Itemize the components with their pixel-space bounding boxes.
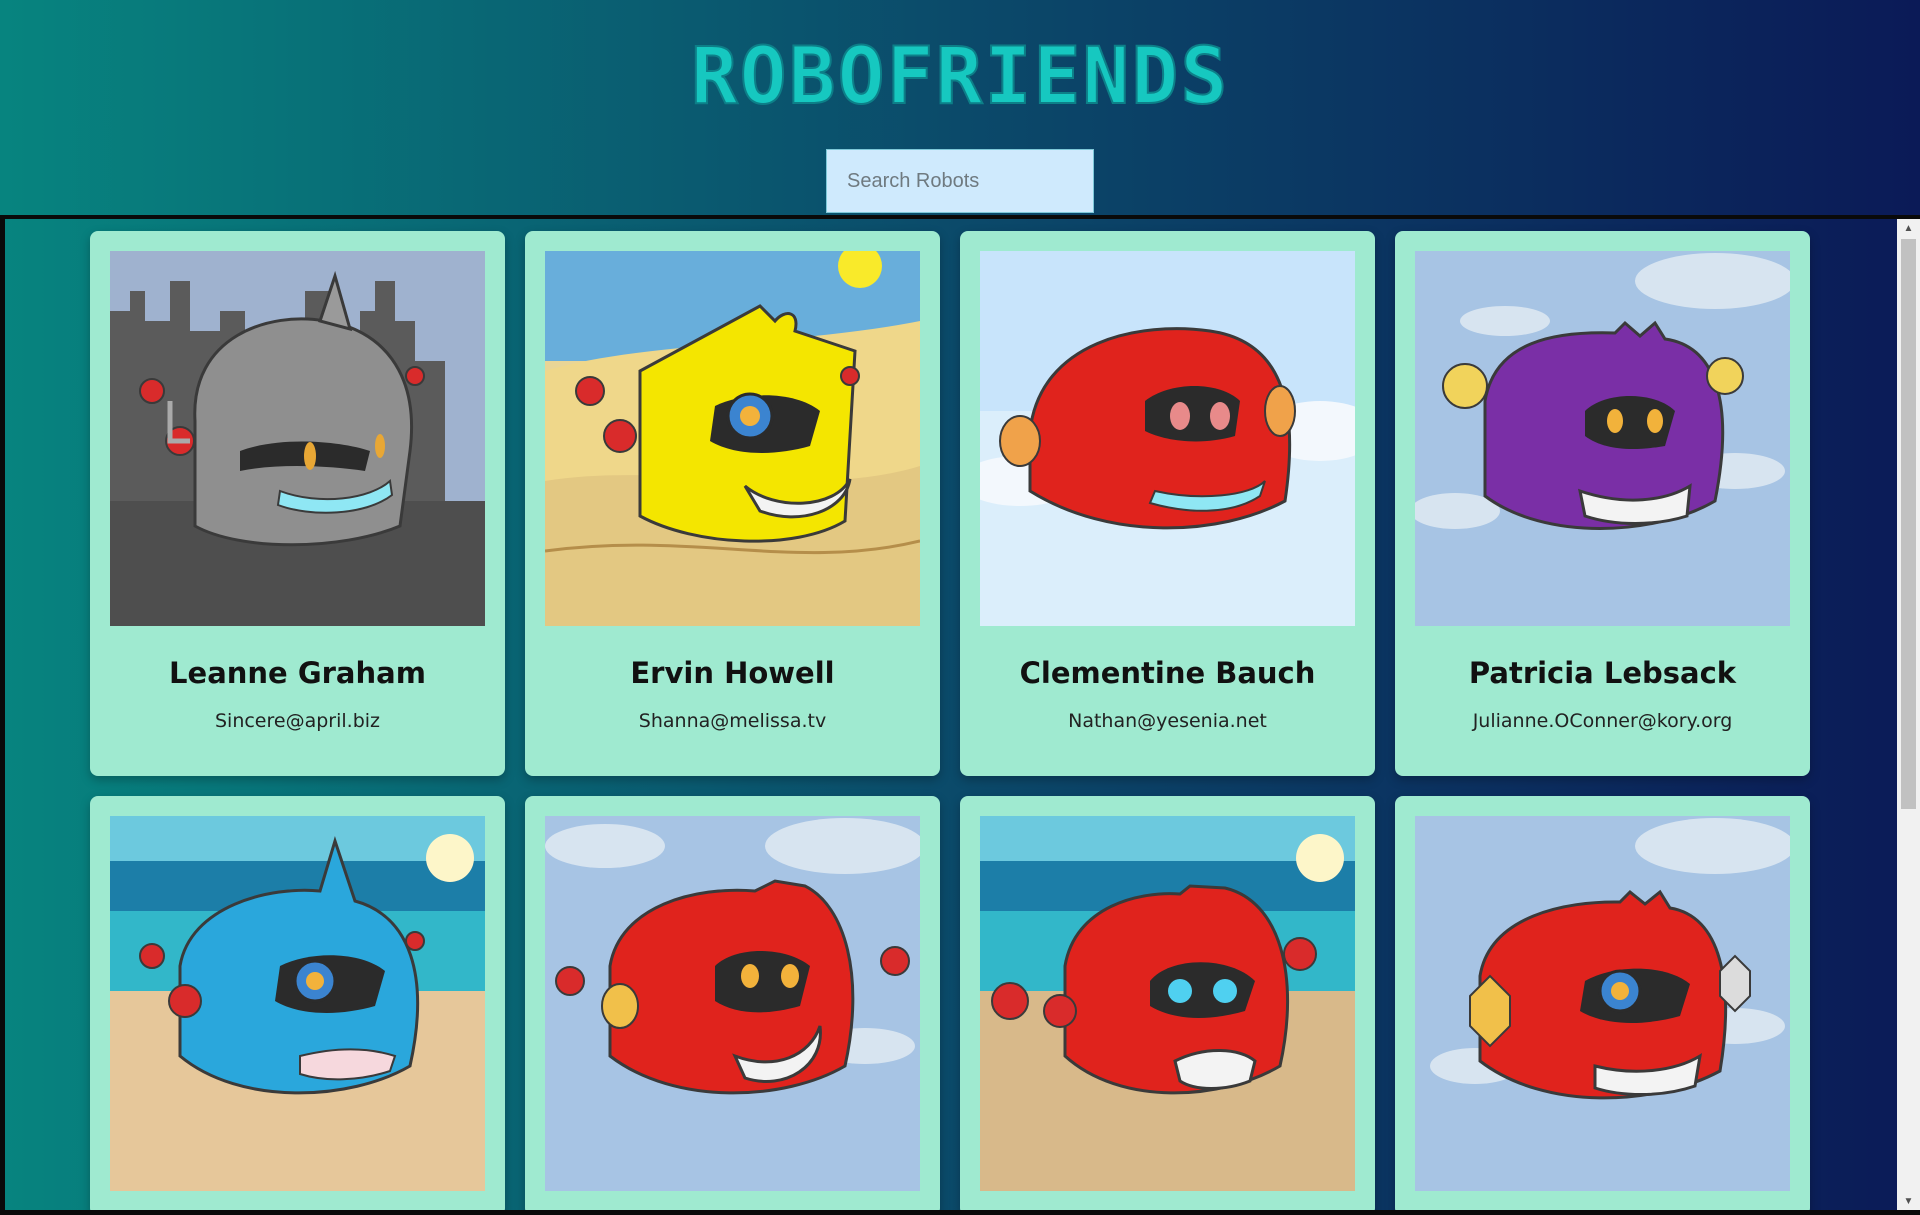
robot-avatar-image [110,816,485,1191]
robot-card[interactable] [960,796,1375,1210]
robot-name: Clementine Bauch [1019,656,1316,690]
robot-email: Sincere@april.biz [214,710,381,732]
robot-avatar-image [1415,816,1790,1191]
robot-avatar-image [980,251,1355,626]
scroll-up-arrow-icon[interactable]: ▲ [1897,219,1920,237]
app-title: ROBOFRIENDS [690,31,1230,123]
robot-avatar-image [545,251,920,626]
robot-card[interactable] [90,796,505,1210]
robot-email: Julianne.OConner@kory.org [1472,710,1733,732]
robot-email: Nathan@yesenia.net [1068,710,1267,732]
robot-name: Patricia Lebsack [1468,656,1737,690]
robot-card[interactable]: Ervin Howell Shanna@melissa.tv [525,231,940,776]
robot-email: Shanna@melissa.tv [638,710,827,732]
robot-card[interactable]: Patricia Lebsack Julianne.OConner@kory.o… [1395,231,1810,776]
scrollbar-thumb[interactable] [1901,239,1916,809]
robot-name: Ervin Howell [630,656,835,690]
robot-list-scroll-area[interactable]: Leanne Graham Sincere@april.biz Ervin Ho… [0,215,1920,1215]
scroll-down-arrow-icon[interactable]: ▼ [1897,1192,1920,1210]
robot-card[interactable]: Clementine Bauch Nathan@yesenia.net [960,231,1375,776]
robot-name: Leanne Graham [169,656,426,690]
robot-card[interactable] [525,796,940,1210]
card-list: Leanne Graham Sincere@april.biz Ervin Ho… [90,231,1820,1210]
robot-avatar-image [545,816,920,1191]
robot-avatar-image [980,816,1355,1191]
vertical-scrollbar[interactable]: ▲ ▼ [1897,219,1920,1210]
search-input[interactable] [826,149,1094,213]
robot-card[interactable] [1395,796,1810,1210]
header: ROBOFRIENDS [0,0,1920,215]
robot-card[interactable]: Leanne Graham Sincere@april.biz [90,231,505,776]
robot-avatar-image [110,251,485,626]
robot-avatar-image [1415,251,1790,626]
